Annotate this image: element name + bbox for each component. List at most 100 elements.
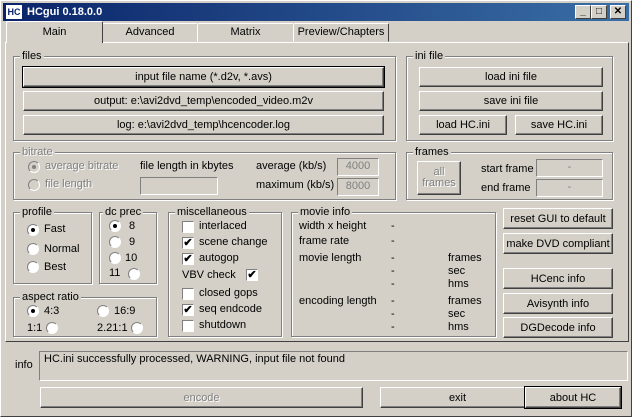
movie-length-frames-value: - [391, 252, 395, 264]
end-frame-input[interactable]: - [536, 179, 603, 197]
tab-matrix[interactable]: Matrix [197, 23, 294, 42]
dc-prec-10-radio[interactable] [109, 252, 121, 264]
about-hc-button[interactable]: about HC [524, 386, 622, 409]
window-title: HCgui 0.18.0.0 [27, 6, 103, 18]
input-file-button[interactable]: input file name (*.d2v, *.avs) [22, 66, 385, 88]
interlaced-checkbox[interactable] [182, 221, 194, 233]
average-kbps-label: average (kb/s) [256, 160, 327, 172]
log-file-button[interactable]: log: e:\avi2dvd_temp\hcencoder.log [23, 115, 384, 135]
movie-length-sec-value: - [391, 265, 395, 277]
dc-prec-8-radio[interactable] [109, 220, 121, 232]
dc-prec-11-label: 11 [109, 267, 121, 279]
width-height-label: width x height [299, 220, 367, 232]
encoding-length-frames-value: - [391, 295, 395, 307]
save-hc-ini-button[interactable]: save HC.ini [515, 115, 603, 135]
all-frames-button[interactable]: all frames [417, 161, 461, 195]
dgdecode-info-button[interactable]: DGDecode info [503, 317, 613, 338]
vbv-check-label: VBV check [182, 269, 236, 281]
maximum-kbps-input[interactable]: 8000 [337, 178, 379, 196]
file-length-radio[interactable] [28, 179, 40, 191]
aspect-1-1-radio[interactable] [46, 322, 58, 334]
aspect-1-1-label: 1:1 [27, 322, 43, 334]
profile-best-label: Best [44, 261, 67, 273]
average-bitrate-label: average bitrate [45, 160, 119, 172]
start-frame-label: start frame [481, 163, 534, 175]
closed-gops-label: closed gops [199, 287, 258, 299]
miscellaneous-group-label: miscellaneous [175, 206, 249, 218]
seq-endcode-label: seq endcode [199, 303, 262, 315]
output-file-button[interactable]: output: e:\avi2dvd_temp\encoded_video.m2… [23, 91, 384, 111]
save-ini-button[interactable]: save ini file [419, 91, 603, 111]
minimize-button[interactable]: _ [575, 5, 591, 19]
aspect-4-3-radio[interactable] [27, 305, 39, 317]
aspect-2-21-1-label: 2.21:1 [97, 322, 128, 334]
profile-best-radio[interactable] [27, 261, 39, 273]
aspect-16-9-label: 16:9 [114, 305, 136, 317]
file-length-label: file length [45, 178, 93, 190]
encode-button[interactable]: encode [40, 387, 363, 408]
tab-preview-chapters[interactable]: Preview/Chapters [293, 23, 389, 42]
movie-length-label: movie length [299, 252, 362, 264]
info-label: info [15, 359, 33, 371]
average-bitrate-radio[interactable] [28, 161, 40, 173]
info-message: HC.ini successfully processed, WARNING, … [44, 353, 345, 365]
profile-fast-label: Fast [44, 223, 66, 235]
encoding-length-frames-unit: frames [448, 295, 482, 307]
files-group-label: files [20, 50, 44, 62]
profile-fast-radio[interactable] [27, 224, 39, 236]
dc-prec-9-radio[interactable] [109, 236, 121, 248]
movie-length-sec-unit: sec [448, 265, 466, 277]
end-frame-label: end frame [481, 182, 531, 194]
encoding-length-hms-unit: hms [448, 321, 469, 333]
hcenc-info-button[interactable]: HCenc info [503, 268, 613, 289]
file-length-kbytes-label: file length in kbytes [140, 160, 234, 172]
encoding-length-hms-value: - [391, 321, 395, 333]
aspect-ratio-group-label: aspect ratio [20, 291, 81, 303]
start-frame-input[interactable]: - [536, 159, 603, 177]
average-kbps-input[interactable]: 4000 [337, 158, 379, 176]
dc-prec-9-label: 9 [129, 236, 136, 248]
load-ini-button[interactable]: load ini file [419, 67, 603, 87]
autogop-checkbox[interactable]: ✔ [182, 253, 194, 265]
avisynth-info-button[interactable]: Avisynth info [503, 293, 613, 314]
tab-main[interactable]: Main [6, 21, 103, 43]
encoding-length-sec-unit: sec [448, 308, 466, 320]
seq-endcode-checkbox[interactable]: ✔ [182, 304, 194, 316]
aspect-2-21-1-radio[interactable] [131, 322, 143, 334]
bitrate-group-label: bitrate [20, 146, 55, 158]
profile-group-label: profile [20, 206, 54, 218]
all-frames-label-2: frames [422, 177, 456, 189]
movie-info-group-label: movie info [298, 206, 353, 218]
aspect-16-9-radio[interactable] [97, 305, 109, 317]
movie-length-hms-value: - [391, 278, 395, 290]
frame-rate-value: - [391, 235, 395, 247]
vbv-check-checkbox[interactable]: ✔ [246, 269, 258, 281]
width-height-value: - [391, 220, 395, 232]
movie-length-frames-unit: frames [448, 252, 482, 264]
profile-normal-radio[interactable] [27, 243, 39, 255]
shutdown-label: shutdown [199, 319, 247, 331]
close-button[interactable]: ✕ [610, 5, 626, 19]
app-icon: HC [6, 5, 22, 19]
maximize-button[interactable]: □ [591, 5, 607, 19]
make-dvd-compliant-button[interactable]: make DVD compliant [503, 233, 613, 254]
tab-advanced[interactable]: Advanced [102, 23, 198, 42]
exit-button[interactable]: exit [380, 387, 535, 408]
reset-gui-button[interactable]: reset GUI to default [503, 208, 613, 229]
encoding-length-sec-value: - [391, 308, 395, 320]
scene-change-checkbox[interactable]: ✔ [182, 237, 194, 249]
dc-prec-group-label: dc prec [103, 206, 144, 218]
aspect-4-3-label: 4:3 [44, 305, 60, 317]
load-hc-ini-button[interactable]: load HC.ini [419, 115, 507, 135]
closed-gops-checkbox[interactable] [182, 288, 194, 300]
dc-prec-11-radio[interactable] [128, 268, 140, 280]
movie-length-hms-unit: hms [448, 278, 469, 290]
frame-rate-label: frame rate [299, 235, 350, 247]
scene-change-label: scene change [199, 236, 268, 248]
file-length-kbytes-input[interactable] [140, 177, 218, 195]
autogop-label: autogop [199, 252, 239, 264]
title-bar[interactable]: HC HCgui 0.18.0.0 _ □ ✕ [3, 3, 629, 21]
dc-prec-8-label: 8 [129, 220, 136, 232]
frames-group-label: frames [413, 146, 451, 158]
shutdown-checkbox[interactable] [182, 320, 194, 332]
